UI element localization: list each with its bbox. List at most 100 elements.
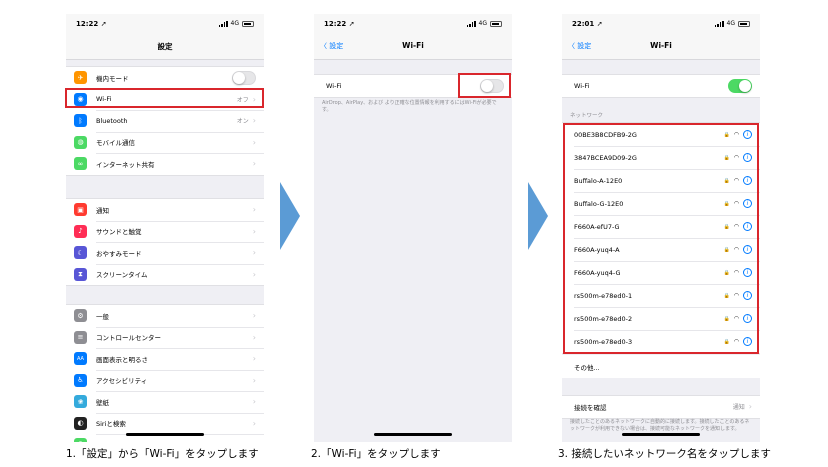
faceid-icon: ☺ [74, 438, 87, 442]
status-time: 12:22 ➚ [324, 20, 355, 28]
settings-row-label: コントロールセンター [96, 334, 161, 343]
ask-join-row[interactable]: 接続を確認 通知 › [562, 396, 760, 418]
chevron-right-icon: › [252, 137, 256, 147]
home-indicator[interactable] [374, 433, 452, 436]
settings-row-label: おやすみモード [96, 249, 142, 258]
settings-row-label: サウンドと触覚 [96, 228, 142, 237]
wifi-note: AirDrop、AirPlay、および より正確な位置情報を利用するにはWi-F… [322, 100, 497, 113]
gear-icon: ⚙ [74, 309, 87, 323]
settings-row-label: モバイル通信 [96, 139, 135, 148]
networks-header: ネットワーク [570, 113, 604, 119]
ask-join-label: 接続を確認 [574, 403, 607, 412]
step-arrow-1 [280, 182, 300, 250]
highlight-wifi-toggle [458, 73, 511, 98]
settings-group-general: ⚙ 一般 › ≡ コントロールセンター › AA 画面表示と明るさ › ♿ アクセシビリティ › ❀ 壁紙… [66, 304, 264, 442]
settings-row[interactable]: ⚙ 一般 › [66, 305, 264, 327]
home-indicator[interactable] [622, 433, 700, 436]
wallpaper-icon: ❀ [74, 395, 87, 409]
settings-row-value: オン [236, 118, 249, 126]
chevron-right-icon: › [252, 397, 256, 407]
chevron-right-icon: › [252, 248, 256, 258]
settings-row[interactable]: ∞ インターネット共有 › [66, 153, 264, 175]
status-signal: 4G [466, 20, 502, 27]
settings-row-label: 通知 [96, 206, 109, 215]
status-bar: 12:22 ➚ 4G [314, 14, 512, 34]
settings-row[interactable]: ◍ モバイル通信 › [66, 131, 264, 154]
settings-row[interactable]: ᛒ Bluetooth オン › [66, 110, 264, 132]
status-signal: 4G [218, 20, 254, 27]
signal-icon [218, 20, 228, 27]
bluetooth-icon: ᛒ [74, 114, 87, 128]
control-center-icon: ≡ [74, 330, 87, 344]
highlight-wifi-row [65, 88, 264, 108]
battery-icon [490, 20, 502, 27]
accessibility-icon: ♿ [74, 373, 87, 387]
nav-bar: 〈 設定 Wi-Fi [562, 34, 760, 60]
caption-step-1: 1.「設定」から「Wi-Fi」をタップします [66, 448, 259, 460]
airplane-mode-toggle[interactable] [232, 70, 256, 85]
battery-icon [242, 20, 254, 27]
hotspot-icon: ∞ [74, 157, 87, 171]
home-indicator[interactable] [126, 433, 204, 436]
chevron-right-icon: › [252, 375, 256, 385]
settings-row-label: Siriと検索 [96, 420, 126, 429]
settings-row[interactable]: ☾ おやすみモード › [66, 242, 264, 264]
nav-bar: 設定 [66, 34, 264, 60]
other-network-row[interactable]: その他... [562, 355, 760, 378]
ask-join-group: 接続を確認 通知 › [562, 395, 760, 419]
wifi-label: Wi-Fi [574, 81, 590, 90]
network-type: 4G [726, 20, 735, 27]
status-signal: 4G [714, 20, 750, 27]
cellular-icon: ◍ [74, 135, 87, 149]
sound-icon: ♪ [74, 224, 87, 238]
settings-row[interactable]: ▣ 通知 › [66, 199, 264, 221]
nav-bar: 〈 設定 Wi-Fi [314, 34, 512, 60]
siri-icon: ◐ [74, 416, 87, 430]
page-title: 設定 [157, 42, 173, 51]
battery-icon [738, 20, 750, 27]
settings-row[interactable]: AA 画面表示と明るさ › [66, 348, 264, 370]
chevron-right-icon: › [252, 205, 256, 215]
page-title: Wi-Fi [650, 41, 672, 50]
settings-row-label: 機内モード [96, 74, 129, 83]
network-type: 4G [478, 20, 487, 27]
settings-row-label: Bluetooth [96, 116, 128, 125]
display-icon: AA [74, 352, 87, 366]
wifi-toggle[interactable] [728, 78, 752, 93]
settings-group-connectivity: ✈ 機内モード ◉ Wi-Fi オフ › ᛒ Bluetooth オン › ◍ モバイル通信 › ∞ インタ… [66, 66, 264, 176]
settings-row[interactable]: ✈ 機内モード [66, 67, 264, 89]
settings-row[interactable]: ♪ サウンドと触覚 › [66, 220, 264, 243]
settings-row-label: 画面表示と明るさ [96, 355, 148, 364]
caption-step-3: 3. 接続したいネットワーク名をタップします [558, 448, 771, 460]
other-network-label: その他... [574, 363, 600, 372]
settings-row[interactable]: ⧗ スクリーンタイム › [66, 263, 264, 286]
chevron-right-icon: › [748, 402, 752, 412]
chevron-right-icon: › [252, 159, 256, 169]
settings-row-label: インターネット共有 [96, 160, 155, 169]
network-type: 4G [230, 20, 239, 27]
chevron-right-icon: › [252, 269, 256, 279]
chevron-right-icon: › [252, 226, 256, 236]
status-bar: 12:22 ➚ 4G [66, 14, 264, 34]
ask-join-note: 接続したことのあるネットワークに自動的に接続します。接続したことのあるネットワー… [570, 419, 750, 432]
signal-icon [466, 20, 476, 27]
chevron-right-icon: › [252, 332, 256, 342]
settings-row[interactable]: ◐ Siriと検索 › [66, 412, 264, 435]
caption-step-2: 2.「Wi-Fi」をタップします [311, 448, 441, 460]
settings-row-label: 一般 [96, 312, 109, 321]
settings-row[interactable]: ❀ 壁紙 › [66, 391, 264, 413]
settings-row[interactable]: ♿ アクセシビリティ › [66, 369, 264, 392]
settings-screen: 12:22 ➚ 4G 設定 ✈ 機内モード ◉ Wi-Fi オフ › ᛒ Bluetooth オ… [66, 14, 264, 442]
chevron-right-icon: › [252, 354, 256, 364]
wifi-toggle-group: Wi-Fi [562, 74, 760, 98]
chevron-right-icon: › [252, 116, 256, 126]
wifi-toggle-row[interactable]: Wi-Fi [562, 75, 760, 97]
settings-row[interactable]: ≡ コントロールセンター › [66, 326, 264, 349]
hourglass-icon: ⧗ [74, 267, 87, 281]
status-time: 12:22 ➚ [76, 20, 107, 28]
wifi-label: Wi-Fi [326, 81, 342, 90]
chevron-right-icon: › [253, 440, 256, 442]
settings-row-label: 壁紙 [96, 398, 109, 407]
settings-row-label: Face IDとパスコード [96, 440, 253, 443]
step-arrow-2 [528, 182, 548, 250]
